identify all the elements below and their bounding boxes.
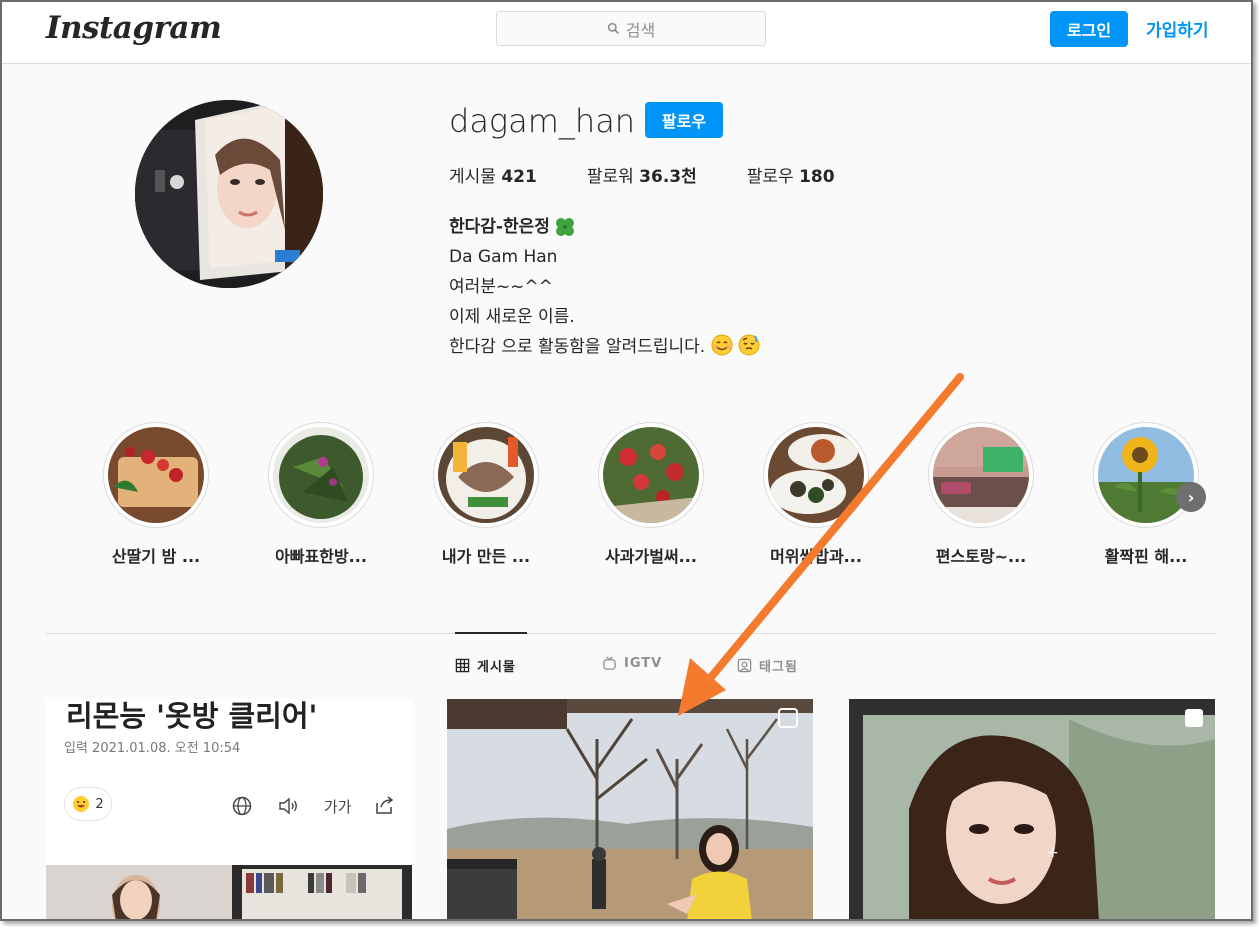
highlight-label: 활짝핀 해... (1104, 547, 1188, 566)
tagged-icon (737, 658, 752, 673)
profile-avatar[interactable] (135, 100, 323, 288)
highlight-item[interactable]: 아빠표한방... (267, 422, 375, 567)
globe-icon (232, 796, 252, 816)
post-thumbnail[interactable]: + (849, 699, 1215, 919)
relieved-face-icon (738, 334, 760, 356)
four-leaf-clover-icon (555, 218, 574, 236)
share-icon (376, 796, 394, 814)
highlight-thumbnail (438, 427, 534, 523)
active-tab-indicator (455, 632, 527, 634)
smiling-face-icon (711, 334, 733, 356)
stat-followers[interactable]: 팔로워 36.3천 (587, 162, 697, 187)
highlight-item[interactable]: 내가 만든 ... (432, 422, 540, 567)
font-size-button: 가가 (324, 798, 352, 816)
post-date: 입력 2021.01.08. 오전 10:54 (64, 741, 241, 756)
profile-bio: 한다감-한은정 Da Gam Han 여러분~~^^ 이제 새로운 이름. 한다… (449, 212, 760, 362)
highlight-item[interactable]: 머위쌈밥과... (762, 422, 870, 567)
search-box[interactable]: 검색 (496, 11, 766, 46)
highlight-label: 아빠표한방... (275, 547, 367, 566)
signup-link[interactable]: 가입하기 (1146, 16, 1209, 41)
speaker-icon (279, 797, 297, 815)
story-highlights: 산딸기 밤 ... 아빠표한방... 내가 만든 ... 사과가벌써... 머위… (102, 422, 1212, 572)
bio-line: Da Gam Han (449, 247, 558, 267)
section-divider (46, 633, 1216, 634)
profile-stats: 게시물 421 팔로워 36.3천 팔로우 180 (449, 162, 885, 187)
highlight-thumbnail (108, 427, 204, 523)
igtv-icon (603, 656, 616, 670)
profile-username: dagam_han (449, 102, 636, 140)
top-navigation-bar: Instagram 검색 로그인 가입하기 (2, 2, 1251, 64)
chevron-right-icon[interactable]: › (1176, 482, 1206, 512)
tab-igtv[interactable]: IGTV (602, 656, 662, 671)
reaction-badge: 2 (64, 787, 112, 821)
post-headline: 리몬능 '옷방 클리어' (66, 699, 318, 733)
smile-reaction-icon (73, 796, 90, 812)
svg-text:+: + (1047, 845, 1059, 861)
bio-line-with-emoji: 한다감 으로 활동함을 알려드립니다. (449, 332, 760, 362)
highlight-thumbnail (273, 427, 369, 523)
multi-photo-icon (1185, 709, 1203, 727)
highlight-item[interactable]: 사과가벌써... (597, 422, 705, 567)
highlight-item[interactable]: 산딸기 밤 ... (102, 422, 210, 567)
highlight-label: 산딸기 밤 ... (111, 547, 201, 566)
tab-tagged[interactable]: 태그됨 (737, 656, 798, 675)
search-icon (607, 22, 619, 34)
login-button[interactable]: 로그인 (1050, 11, 1128, 47)
highlight-item[interactable]: 편스토랑~... (927, 422, 1035, 567)
highlight-label: 편스토랑~... (935, 547, 1027, 566)
highlight-label: 사과가벌써... (605, 547, 697, 566)
post-thumbnail[interactable] (447, 699, 813, 919)
profile-full-name: 한다감-한은정 (449, 212, 760, 242)
bio-line: 여러분~~^^ (449, 277, 553, 297)
follow-button[interactable]: 팔로우 (645, 102, 723, 138)
tab-posts[interactable]: 게시물 (455, 656, 516, 675)
highlight-label: 내가 만든 ... (441, 547, 531, 566)
highlight-label: 머위쌈밥과... (770, 547, 862, 566)
stat-posts: 게시물 421 (449, 167, 537, 187)
highlight-thumbnail (933, 427, 1029, 523)
grid-icon (455, 658, 470, 673)
bio-line: 이제 새로운 이름. (449, 307, 575, 327)
highlight-thumbnail (603, 427, 699, 523)
instagram-logo[interactable]: Instagram (46, 10, 222, 46)
post-photo-strip (46, 865, 412, 919)
post-thumbnail[interactable]: 리몬능 '옷방 클리어' 입력 2021.01.08. 오전 10:54 2 가… (46, 699, 412, 919)
highlight-thumbnail (768, 427, 864, 523)
stat-following[interactable]: 팔로우 180 (747, 162, 835, 187)
browser-frame: Instagram 검색 로그인 가입하기 dagam_han 팔로우 게시물 … (0, 0, 1253, 921)
highlight-thumbnail (1098, 427, 1194, 523)
search-placeholder: 검색 (625, 20, 656, 40)
